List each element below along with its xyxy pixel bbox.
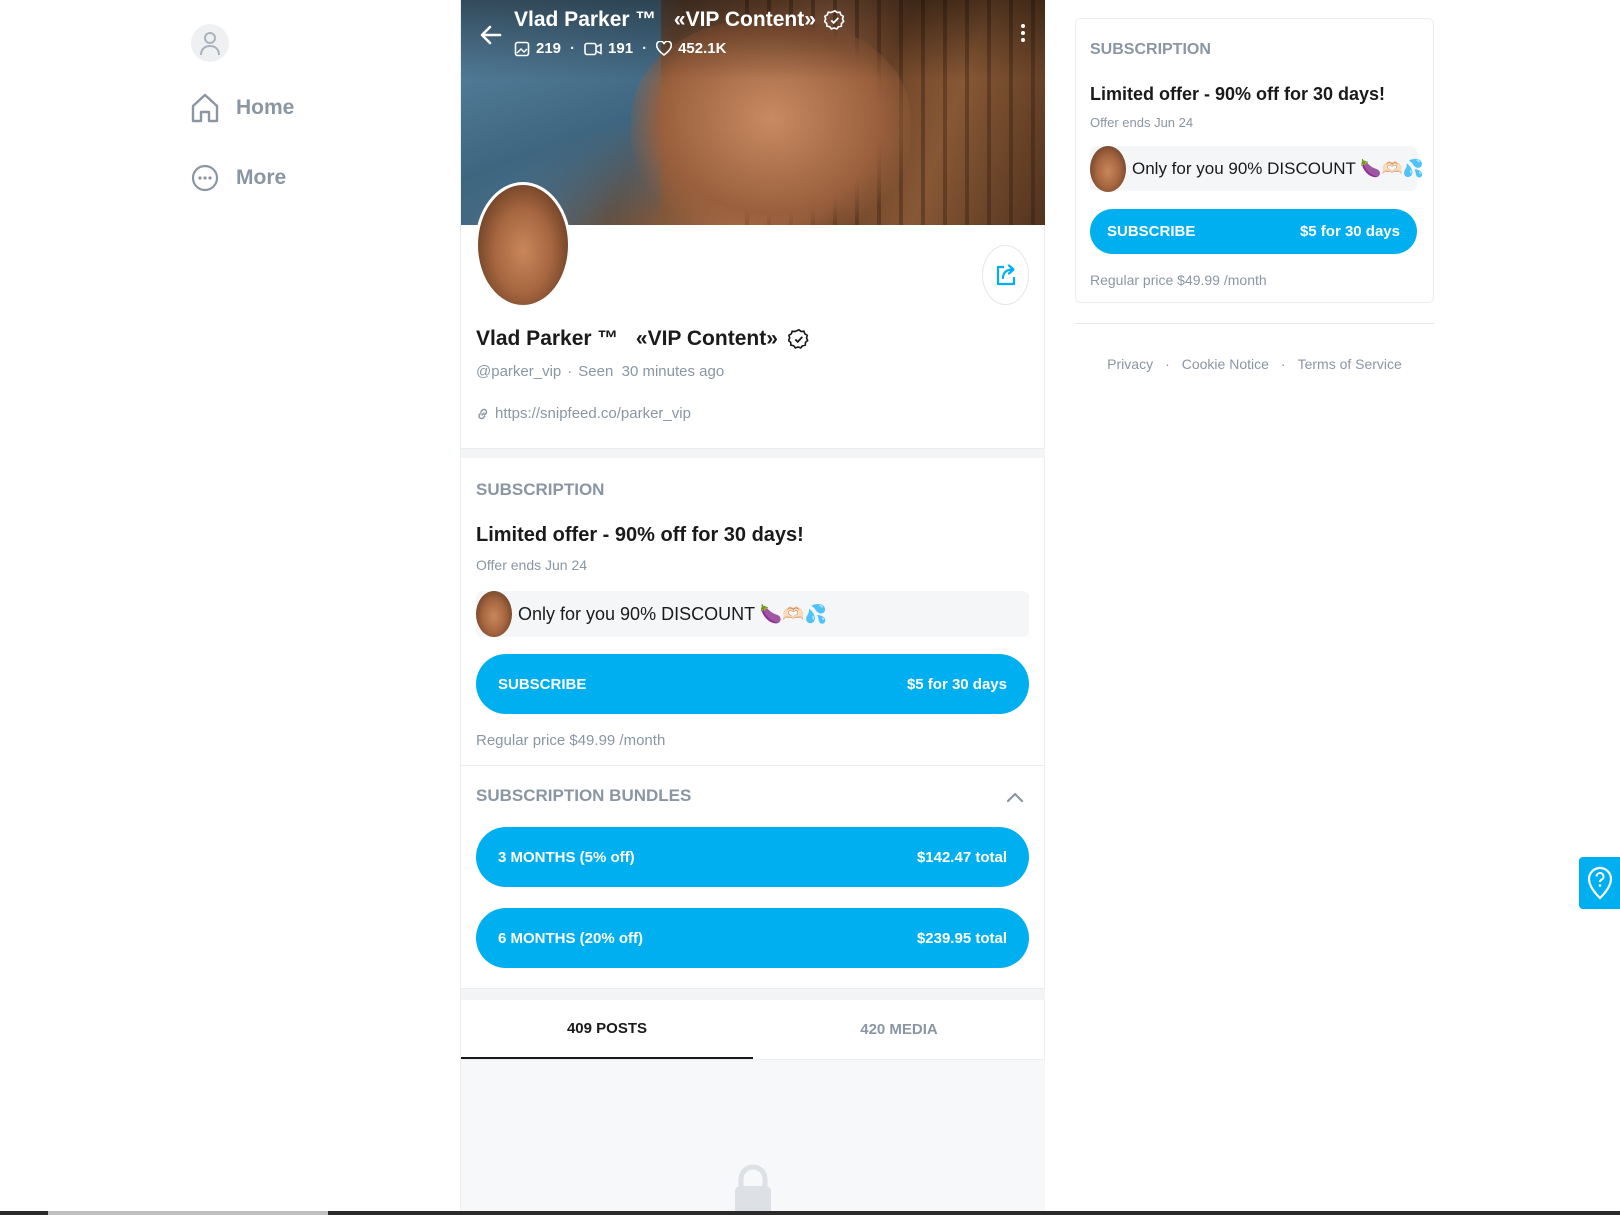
regular-price: Regular price $49.99 /month: [1090, 272, 1267, 288]
likes-count: 452.1K: [678, 40, 727, 57]
tab-media[interactable]: 420 MEDIA: [753, 1000, 1045, 1059]
profile-website-link[interactable]: https://snipfeed.co/parker_vip: [476, 405, 691, 422]
nav-item-home[interactable]: Home: [188, 84, 428, 132]
subscribe-label: SUBSCRIBE: [498, 675, 587, 693]
footer-links: Privacy · Cookie Notice · Terms of Servi…: [1075, 356, 1434, 372]
subscribe-price: $5 for 30 days: [1299, 223, 1400, 240]
image-icon: [514, 41, 530, 56]
bundle-label: 6 MONTHS (20% off): [498, 929, 644, 947]
verified-icon: [787, 328, 809, 349]
stats-separator: ·: [570, 40, 576, 57]
menu-dot: [1021, 24, 1025, 28]
header-title: Vlad Parker ™ «VIP Content»: [514, 8, 846, 32]
chevron-up-icon[interactable]: [1004, 786, 1026, 808]
scrollbar-thumb[interactable]: [48, 1211, 328, 1215]
bundle-3-months-button[interactable]: 3 MONTHS (5% off) $142.47 total: [476, 827, 1029, 887]
subscribe-price: $5 for 30 days: [906, 675, 1007, 693]
video-icon: [584, 42, 602, 55]
more-options-icon[interactable]: [1015, 18, 1031, 48]
subscription-heading: SUBSCRIPTION: [1090, 41, 1211, 58]
section-divider: [461, 448, 1045, 458]
help-icon: [1587, 866, 1612, 900]
header-stats: 219 · 191 · 452.1K: [514, 40, 726, 57]
bundle-6-months-button[interactable]: 6 MONTHS (20% off) $239.95 total: [476, 908, 1029, 968]
meta-separator: ·: [567, 363, 573, 380]
menu-dot: [1021, 31, 1025, 35]
horizontal-scrollbar[interactable]: [0, 1211, 1620, 1215]
creator-mini-avatar: [1090, 145, 1126, 192]
profile-avatar[interactable]: [475, 182, 571, 308]
privacy-link[interactable]: Privacy: [1107, 356, 1153, 372]
last-seen: Seen 30 minutes ago: [578, 363, 725, 380]
profile-column: Vlad Parker ™ «VIP Content» 219 · 191 · …: [460, 0, 1045, 1215]
verified-icon: [823, 9, 845, 30]
footer-separator: ·: [1280, 356, 1286, 372]
content-tabs: 409 POSTS 420 MEDIA: [461, 1000, 1045, 1060]
offer-ends: Offer ends Jun 24: [1090, 115, 1194, 130]
bundles-heading: SUBSCRIPTION BUNDLES: [476, 786, 692, 805]
profile-meta: @parker_vip · Seen 30 minutes ago: [476, 363, 724, 380]
video-count: 191: [608, 40, 634, 57]
help-button[interactable]: [1579, 857, 1620, 909]
footer-separator: ·: [1165, 356, 1170, 372]
left-nav: Home More: [188, 24, 428, 202]
website-url: https://snipfeed.co/parker_vip: [495, 405, 691, 422]
subscribe-label: SUBSCRIBE: [1107, 223, 1196, 240]
header-name: Vlad Parker ™ «VIP Content»: [514, 8, 816, 31]
offer-ends: Offer ends Jun 24: [476, 557, 588, 573]
section-divider: [461, 765, 1045, 766]
nav-item-more[interactable]: More: [188, 154, 428, 202]
more-circle-icon: [188, 161, 222, 195]
back-arrow-icon[interactable]: [476, 20, 506, 50]
offer-title: Limited offer - 90% off for 30 days!: [476, 524, 804, 546]
section-divider: [461, 988, 1045, 1000]
section-divider: [1075, 323, 1434, 324]
user-avatar-icon[interactable]: [191, 24, 229, 62]
regular-price: Regular price $49.99 /month: [476, 732, 666, 749]
subscribe-button[interactable]: SUBSCRIBE $5 for 30 days: [1090, 209, 1417, 254]
profile-name: Vlad Parker ™ «VIP Content»: [476, 327, 810, 351]
tab-posts[interactable]: 409 POSTS: [461, 1000, 753, 1059]
bundle-price: $142.47 total: [916, 848, 1007, 866]
lock-icon: [735, 1164, 771, 1215]
bundle-label: 3 MONTHS (5% off): [498, 848, 635, 866]
profile-handle: @parker_vip: [476, 363, 562, 380]
offer-message: Only for you 90% DISCOUNT 🍆🫶🏻💦: [476, 591, 1029, 637]
share-icon: [996, 264, 1015, 286]
photo-count: 219: [536, 40, 562, 57]
subscribe-button[interactable]: SUBSCRIBE $5 for 30 days: [476, 654, 1029, 714]
offer-message-text: Only for you 90% DISCOUNT 🍆🫶🏻💦: [518, 603, 827, 624]
menu-dot: [1021, 38, 1025, 42]
subscription-heading: SUBSCRIPTION: [476, 480, 605, 499]
locked-feed: [461, 1060, 1045, 1215]
stats-separator: ·: [642, 40, 648, 57]
cookie-notice-link[interactable]: Cookie Notice: [1182, 356, 1269, 372]
creator-mini-avatar: [476, 591, 512, 637]
offer-message: Only for you 90% DISCOUNT 🍆🫶🏻💦: [1090, 145, 1424, 192]
heart-icon: [656, 41, 673, 56]
link-icon: [478, 408, 488, 419]
bundle-price: $239.95 total: [916, 929, 1007, 947]
subscription-card: SUBSCRIPTION Limited offer - 90% off for…: [1075, 18, 1434, 303]
nav-item-label: Home: [236, 96, 295, 119]
offer-title: Limited offer - 90% off for 30 days!: [1090, 84, 1386, 104]
home-icon: [188, 91, 222, 125]
nav-item-label: More: [236, 166, 287, 189]
terms-link[interactable]: Terms of Service: [1298, 356, 1402, 372]
share-button[interactable]: [982, 245, 1029, 305]
offer-message-text: Only for you 90% DISCOUNT 🍆🫶🏻💦: [1132, 158, 1424, 178]
profile-name-text: Vlad Parker ™ «VIP Content»: [476, 327, 778, 350]
